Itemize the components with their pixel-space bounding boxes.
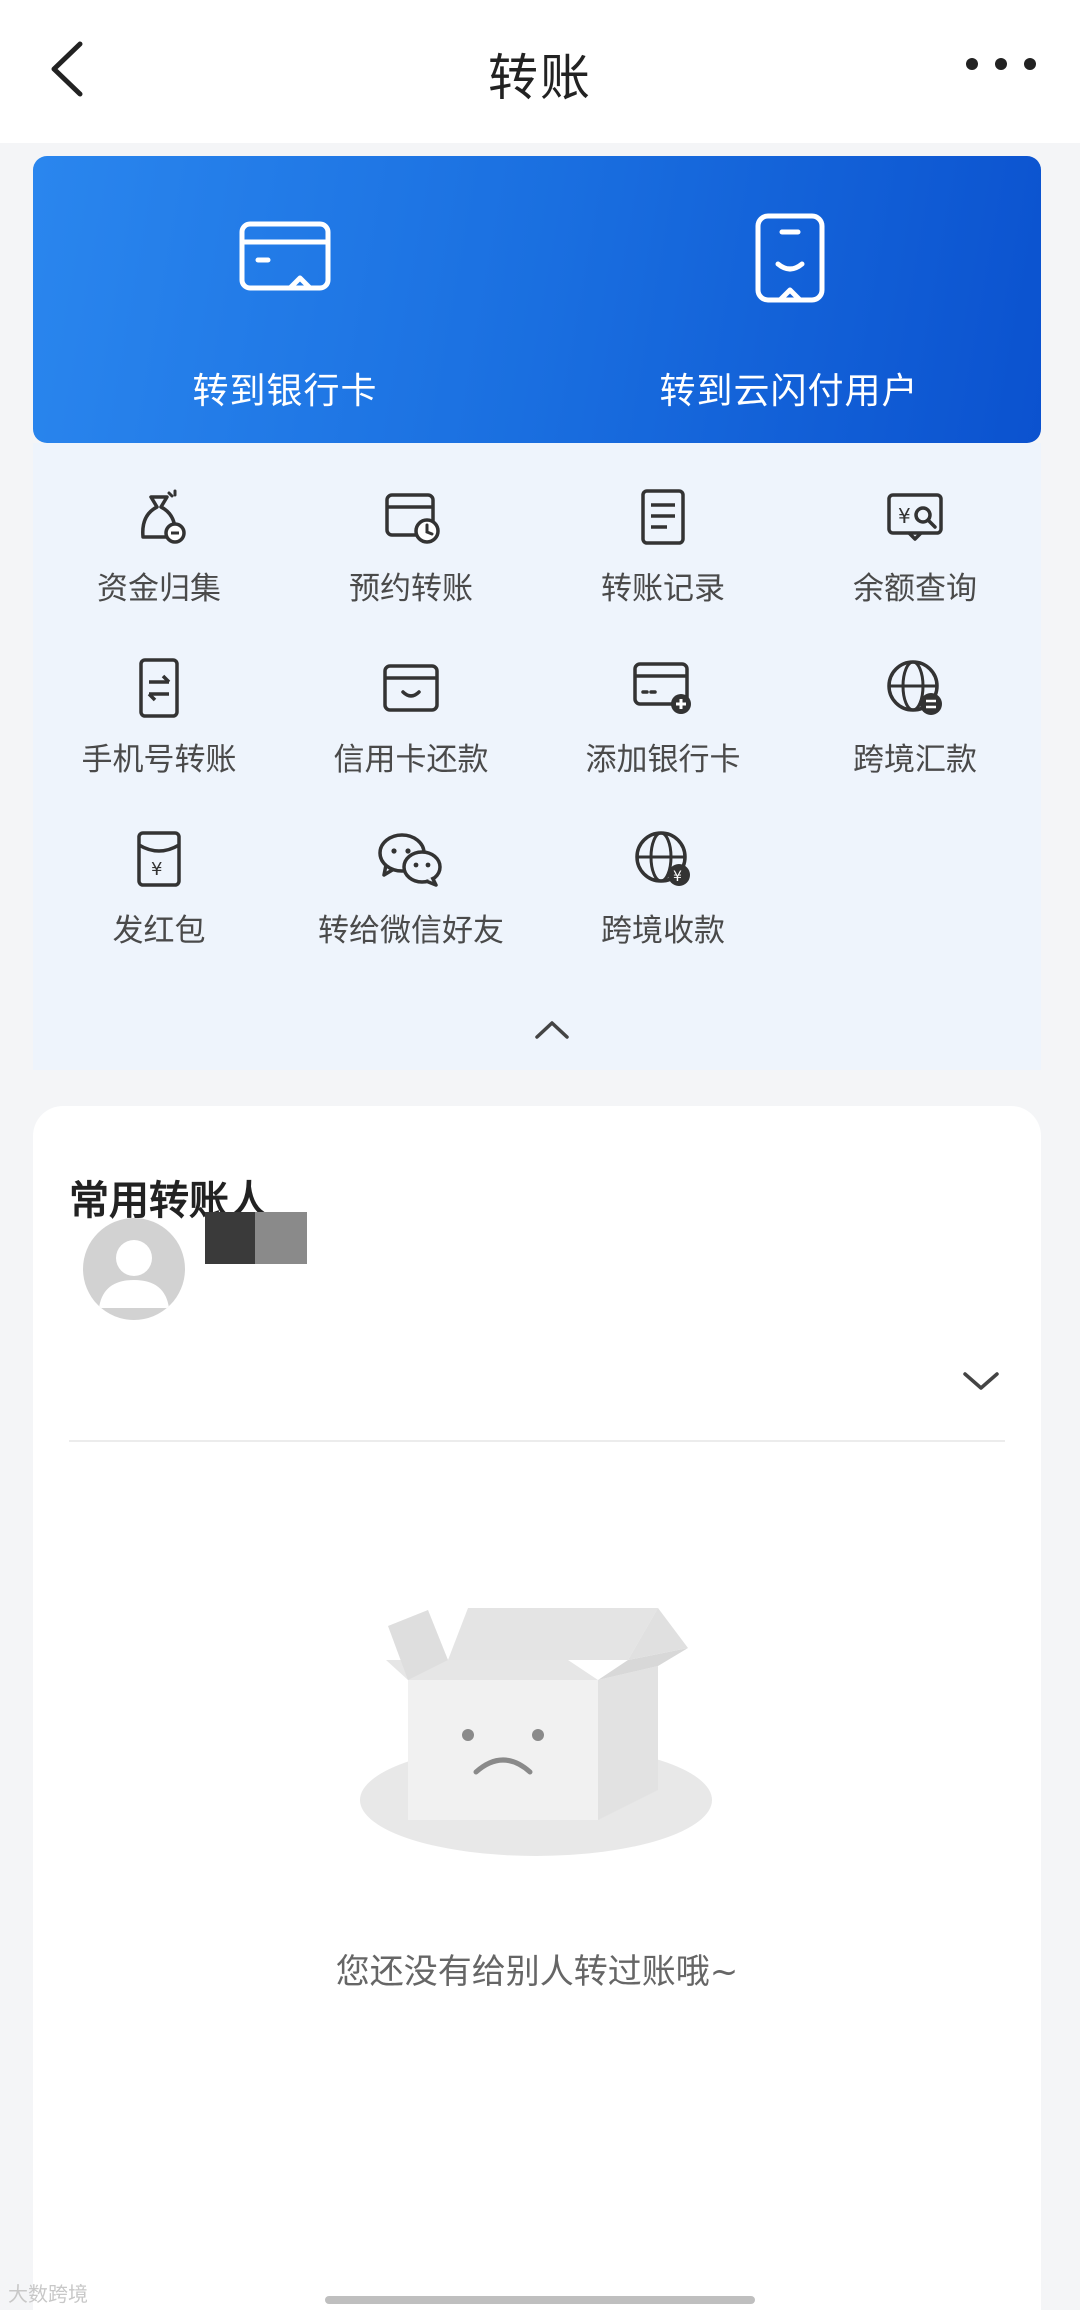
shortcut-label: 跨境收款 (601, 913, 725, 949)
expand-payee-button[interactable] (961, 1368, 1001, 1394)
header-bar: 转账 (0, 0, 1080, 143)
chevron-down-icon (963, 1372, 999, 1390)
wechat-icon (378, 833, 442, 887)
transfer-page: 转账 转到银行卡 转到云闪付用户 资金归集 预约转账 转账记录 ¥ 余额查询 手… (0, 0, 1080, 2310)
avatar[interactable] (83, 1218, 185, 1320)
shortcut-label: 转给微信好友 (318, 913, 504, 949)
transfer-to-bank-card-label: 转到银行卡 (192, 371, 378, 412)
svg-text:¥: ¥ (898, 504, 911, 528)
transfer-to-bank-card-button[interactable]: 转到银行卡 (33, 156, 537, 443)
shortcut-label: 转账记录 (601, 571, 725, 607)
transfer-to-unionpay-user-button[interactable]: 转到云闪付用户 (537, 156, 1041, 443)
more-button[interactable] (962, 44, 1040, 84)
shortcut-label: 资金归集 (97, 571, 221, 607)
shortcut-label: 添加银行卡 (585, 742, 741, 778)
svg-text:¥: ¥ (673, 869, 682, 885)
shortcut-cross-border-remittance[interactable]: 跨境汇款 (789, 658, 1041, 818)
phone-transfer-icon (139, 658, 179, 718)
shortcut-credit-card-repayment[interactable]: 信用卡还款 (285, 658, 537, 818)
empty-box-illustration (358, 1600, 718, 1870)
scheduled-transfer-icon (385, 493, 440, 544)
bank-card-icon (239, 221, 331, 291)
redaction-block (255, 1212, 307, 1264)
divider (69, 1440, 1005, 1442)
cross-border-receive-icon: ¥ (635, 831, 690, 886)
shortcut-phone-transfer[interactable]: 手机号转账 (33, 658, 285, 818)
transfer-to-unionpay-user-label: 转到云闪付用户 (659, 371, 919, 412)
credit-card-icon (383, 664, 439, 712)
shortcut-balance-query[interactable]: ¥ 余额查询 (789, 487, 1041, 647)
balance-query-icon: ¥ (887, 493, 943, 541)
transfer-banner: 转到银行卡 转到云闪付用户 (33, 156, 1041, 443)
shortcut-scheduled-transfer[interactable]: 预约转账 (285, 487, 537, 647)
shortcut-label: 手机号转账 (81, 742, 237, 778)
shortcut-label: 发红包 (112, 913, 206, 949)
cross-border-remit-icon (887, 660, 942, 715)
shortcut-label: 跨境汇款 (853, 742, 977, 778)
shortcut-red-packet[interactable]: ¥ 发红包 (33, 829, 285, 989)
redaction-block (205, 1212, 255, 1264)
svg-text:¥: ¥ (151, 859, 162, 880)
shortcut-add-bank-card[interactable]: 添加银行卡 (537, 658, 789, 818)
chevron-up-icon (535, 1021, 569, 1039)
records-icon (641, 489, 685, 545)
empty-box-icon (360, 1608, 712, 1856)
shortcut-transfer-records[interactable]: 转账记录 (537, 487, 789, 647)
shortcut-label: 信用卡还款 (333, 742, 489, 778)
empty-state-text: 您还没有给别人转过账哦~ (335, 1952, 739, 1992)
phone-user-icon (755, 213, 825, 303)
frequent-payees-card: 常用转账人 您还没有给别人转过账哦~ (33, 1106, 1041, 2310)
more-dots-icon (966, 58, 1036, 70)
shortcut-grid: 资金归集 预约转账 转账记录 ¥ 余额查询 手机号转账 信用卡还款 添加银行卡 … (33, 443, 1041, 1070)
page-title: 转账 (488, 49, 592, 107)
collapse-grid-button[interactable] (527, 1015, 577, 1045)
shortcut-transfer-to-wechat-friend[interactable]: 转给微信好友 (285, 829, 537, 989)
shortcut-fund-collection[interactable]: 资金归集 (33, 487, 285, 647)
add-card-icon (633, 662, 691, 714)
home-indicator[interactable] (325, 2296, 755, 2304)
watermark-logo: 大数跨境 (8, 2282, 88, 2306)
red-packet-icon: ¥ (137, 831, 181, 887)
redacted-name (205, 1212, 307, 1264)
shortcut-cross-border-receipt[interactable]: ¥ 跨境收款 (537, 829, 789, 989)
shortcut-label: 预约转账 (349, 571, 473, 607)
shortcut-label: 余额查询 (853, 571, 977, 607)
user-silhouette-icon (99, 1240, 169, 1308)
money-bag-icon (141, 489, 186, 544)
